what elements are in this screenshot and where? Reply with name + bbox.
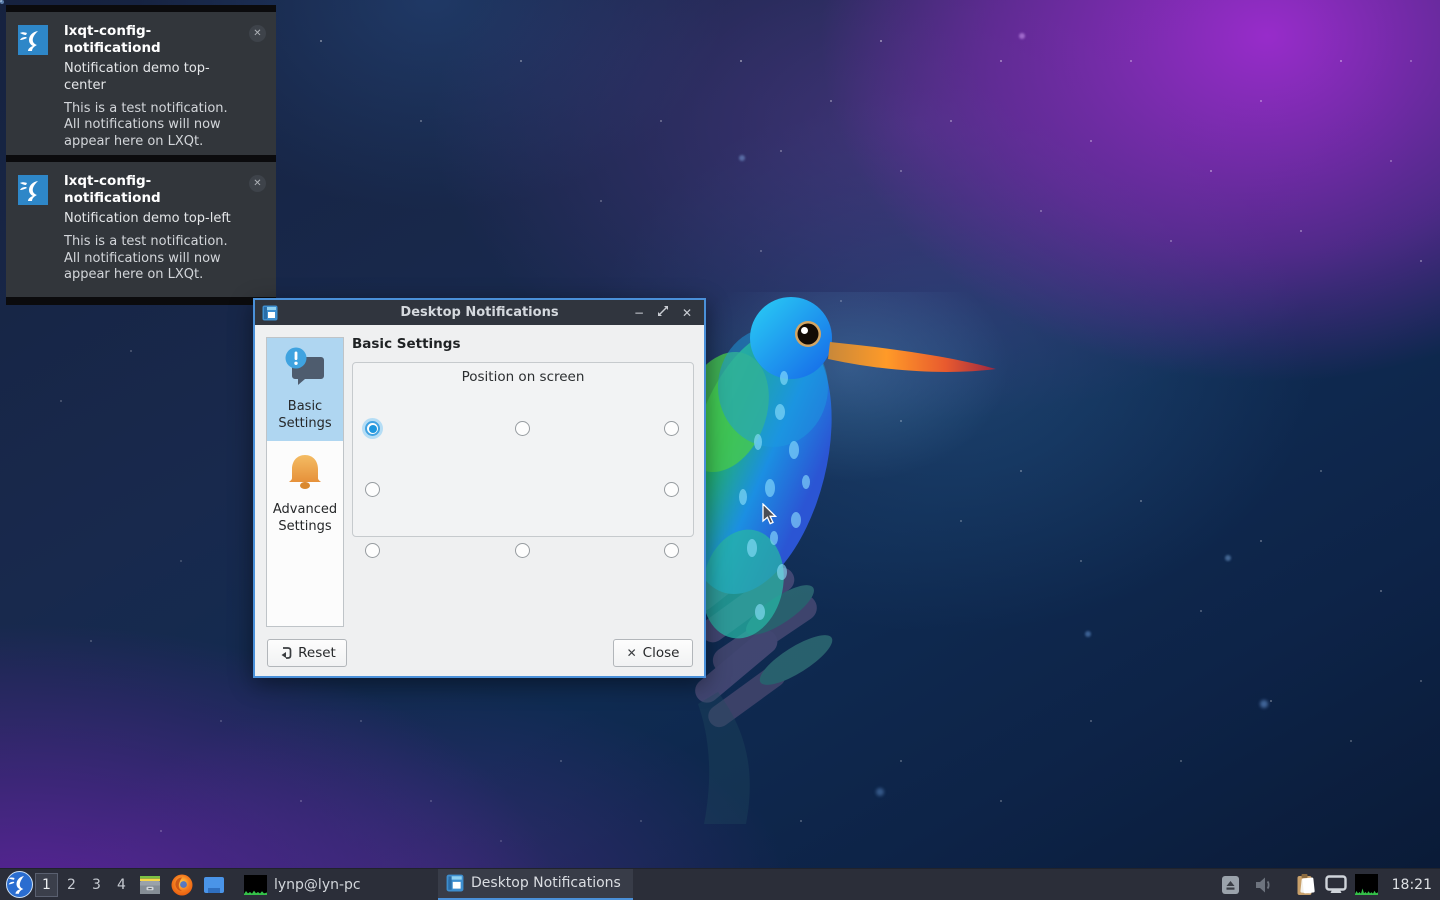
lubuntu-bird-icon: [18, 175, 48, 205]
eject-icon: [1221, 874, 1240, 896]
titlebar[interactable]: Desktop Notifications − ✕: [255, 300, 704, 325]
radio-position-bottom-right[interactable]: [664, 543, 679, 558]
restore-icon: [657, 305, 669, 317]
close-window-button[interactable]: ✕: [679, 305, 695, 321]
workspace-button-2[interactable]: 2: [60, 873, 83, 897]
minimize-button[interactable]: −: [631, 305, 647, 321]
reset-button-label: Reset: [298, 645, 336, 661]
clock[interactable]: 18:21: [1392, 877, 1432, 893]
window-icon: [446, 874, 464, 892]
blue-window-icon: [202, 873, 226, 897]
reset-button[interactable]: Reset: [267, 639, 347, 667]
terminal-monitor-icon: [244, 875, 267, 895]
notification-top-center: ✕ lxqt-config-notificationd Notification…: [6, 5, 276, 172]
sidebar-item-basic-settings[interactable]: Basic Settings: [267, 338, 343, 441]
sidebar-item-label: Basic Settings: [269, 399, 341, 432]
page-heading: Basic Settings: [352, 336, 461, 352]
stars-glow: [0, 0, 4, 4]
notification-close-button[interactable]: ✕: [249, 25, 266, 42]
reset-icon: [278, 646, 292, 660]
notification-top-left: ✕ lxqt-config-notificationd Notification…: [6, 155, 276, 305]
radio-position-middle-left[interactable]: [365, 482, 380, 497]
monitor-icon: [1325, 875, 1347, 894]
notification-body: This is a test notification. All notific…: [64, 234, 242, 285]
notification-app-name: lxqt-config-notificationd: [64, 23, 242, 57]
radio-position-top-right[interactable]: [664, 421, 679, 436]
desktop-notifications-window: Desktop Notifications − ✕: [253, 298, 706, 678]
radio-position-bottom-center[interactable]: [515, 543, 530, 558]
close-button[interactable]: ✕ Close: [613, 639, 693, 667]
clipboard-icon: [1296, 873, 1317, 896]
firefox-icon: [170, 873, 194, 897]
sidebar-item-advanced-settings[interactable]: Advanced Settings: [267, 441, 343, 544]
sidebar-item-label: Advanced Settings: [269, 502, 341, 535]
speaker-icon: [1254, 876, 1274, 894]
bell-icon: [281, 448, 329, 496]
position-groupbox: Position on screen: [352, 362, 694, 537]
taskbar: 1 2 3 4: [0, 868, 1440, 900]
radio-position-bottom-left[interactable]: [365, 543, 380, 558]
firefox-launcher[interactable]: [169, 872, 195, 898]
resource-monitor-tray-icon[interactable]: [1355, 874, 1378, 895]
close-button-label: Close: [643, 645, 680, 661]
resource-graph-icon: [1355, 874, 1378, 895]
lxqt-menu-icon: [6, 871, 33, 898]
notification-bubble-icon: [281, 345, 329, 393]
workspace-button-3[interactable]: 3: [85, 873, 108, 897]
notification-summary: Notification demo top-center: [64, 61, 242, 95]
lubuntu-bird-icon: [18, 25, 48, 55]
notification-summary: Notification demo top-left: [64, 211, 242, 228]
window-app-launcher[interactable]: [201, 872, 227, 898]
workspace-button-4[interactable]: 4: [110, 873, 133, 897]
system-tray: 18:21: [1221, 873, 1440, 896]
settings-sidebar: Basic Settings Advanced Settings: [266, 337, 344, 627]
workspace-button-1[interactable]: 1: [35, 873, 58, 897]
task-label: Desktop Notifications: [471, 875, 621, 891]
desktop: ✕ lxqt-config-notificationd Notification…: [0, 0, 1440, 900]
file-manager-launcher[interactable]: [137, 872, 163, 898]
clipboard-tray-icon[interactable]: [1296, 873, 1317, 896]
radio-position-top-center[interactable]: [515, 421, 530, 436]
close-icon: ✕: [627, 646, 637, 660]
file-manager-icon: [138, 873, 162, 897]
notification-close-button[interactable]: ✕: [249, 175, 266, 192]
display-tray-icon[interactable]: [1325, 875, 1347, 894]
app-menu-button[interactable]: [4, 870, 34, 900]
notification-body: This is a test notification. All notific…: [64, 101, 242, 152]
taskbar-task-terminal[interactable]: lynp@lyn-pc: [236, 869, 434, 900]
volume-tray-icon[interactable]: [1254, 876, 1274, 894]
task-label: lynp@lyn-pc: [274, 877, 361, 893]
removable-media-tray-icon[interactable]: [1221, 874, 1240, 896]
mouse-cursor: [761, 503, 777, 525]
notification-app-name: lxqt-config-notificationd: [64, 173, 242, 207]
restore-button[interactable]: [655, 305, 671, 321]
groupbox-title: Position on screen: [353, 369, 693, 385]
radio-position-middle-right[interactable]: [664, 482, 679, 497]
radio-position-top-left[interactable]: [365, 421, 380, 436]
hummingbird-illustration: [688, 292, 1010, 837]
taskbar-task-desktop-notifications[interactable]: Desktop Notifications: [438, 869, 633, 900]
